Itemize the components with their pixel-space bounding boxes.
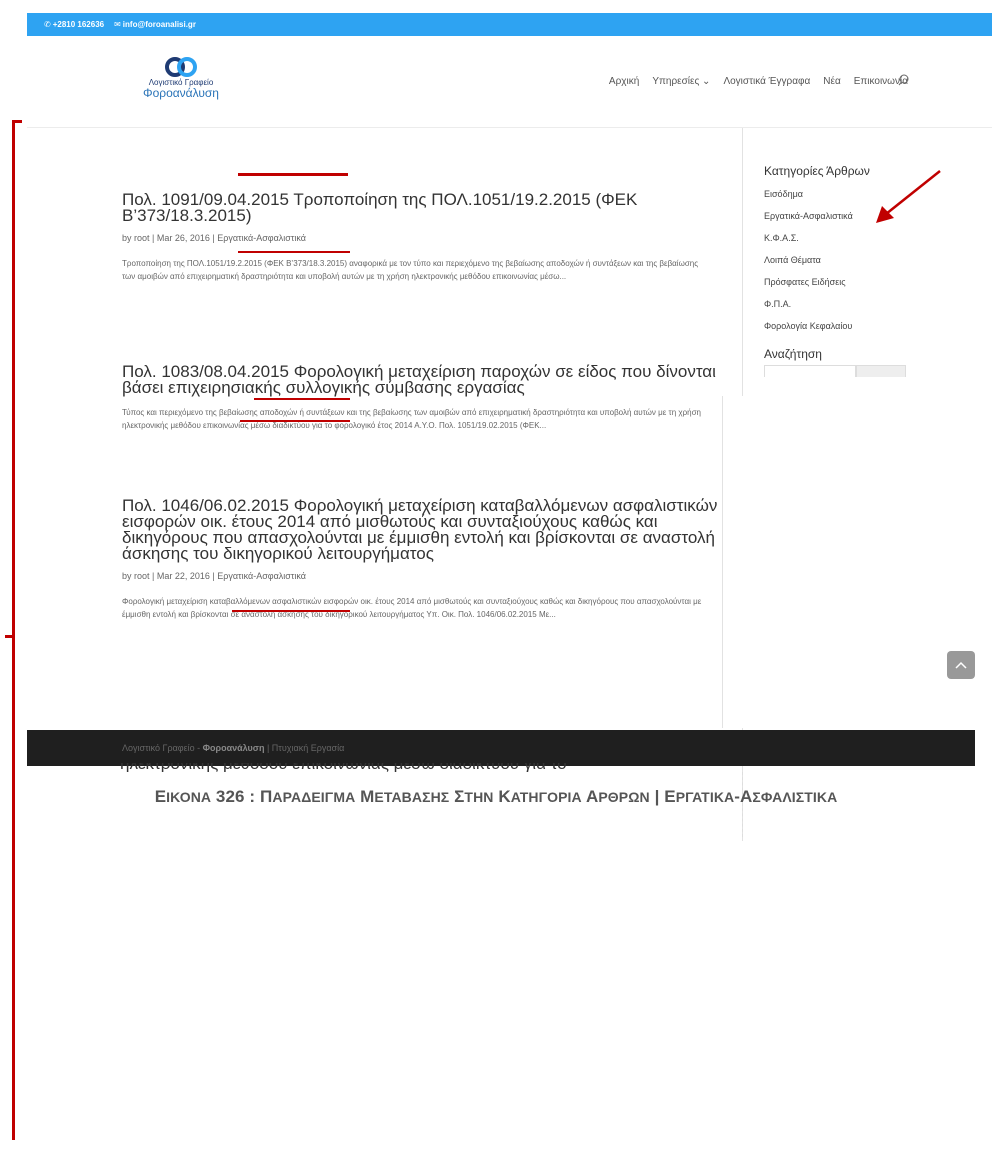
footer-brand: Φοροανάλυση: [202, 743, 265, 753]
sidebar-item-vat[interactable]: Φ.Π.Α.: [764, 293, 924, 315]
logo-text-line2: Φοροανάλυση: [143, 86, 219, 100]
sidebar-item-capital-tax[interactable]: Φορολογία Κεφαλαίου: [764, 315, 924, 337]
post-excerpt: Τύπος και περιεχόμενο της βεβαίωσης αποδ…: [122, 408, 701, 430]
annotation-arrow-icon: [876, 170, 941, 223]
post-item: Πολ. 1083/08.04.2015 Φορολογική μεταχείρ…: [122, 363, 722, 396]
post-title[interactable]: Πολ. 1046/06.02.2015 Φορολογική μεταχείρ…: [122, 497, 722, 562]
post-title[interactable]: Πολ. 1083/08.04.2015 Φορολογική μεταχείρ…: [122, 363, 722, 396]
phone-icon: ✆: [44, 20, 51, 29]
nav-item-documents[interactable]: Λογιστικά Έγγραφα: [723, 76, 810, 87]
sidebar-item-recent-news[interactable]: Πρόσφατες Ειδήσεις: [764, 271, 924, 293]
phone-contact[interactable]: ✆ +2810 162636: [44, 20, 104, 29]
sidebar-search: [764, 365, 924, 377]
figure-caption: ΕΙΚΟΝΑ 326 : ΠΑΡΑΔΕΙΓΜΑ ΜΕΤΑΒΑΣΗΣ ΣΤΗΝ Κ…: [154, 787, 838, 806]
top-bar: ✆ +2810 162636 ✉ info@foroanalisi.gr: [27, 13, 992, 36]
annotation-bracket-mid: [5, 635, 15, 638]
logo-icon: [165, 57, 197, 77]
site-header: Λογιστικό Γραφείο Φοροανάλυση Αρχική Υπη…: [27, 36, 992, 128]
annotation-underline: [240, 420, 350, 422]
post-category-link[interactable]: Εργατικά-Ασφαλιστικά: [217, 233, 306, 243]
email-contact[interactable]: ✉ info@foroanalisi.gr: [114, 20, 196, 29]
sidebar-search-input[interactable]: [764, 365, 856, 377]
sidebar-search-button[interactable]: [856, 365, 906, 377]
post-title[interactable]: Πολ. 1091/09.04.2015 Τροποποίηση της ΠΟΛ…: [122, 191, 722, 224]
post-meta: by root | Mar 22, 2016 | Εργατικά-Ασφαλι…: [122, 571, 307, 581]
main-area: Πολ. 1091/09.04.2015 Τροποποίηση της ΠΟΛ…: [27, 128, 992, 841]
post-excerpt: Φορολογική μεταχείριση καταβαλλόμενων ασ…: [122, 597, 702, 619]
site-logo[interactable]: Λογιστικό Γραφείο Φοροανάλυση: [131, 56, 231, 110]
annotation-underline: [238, 251, 350, 253]
nav-item-news[interactable]: Νέα: [823, 76, 840, 87]
scroll-to-top-button[interactable]: [947, 651, 975, 679]
post-item: Πολ. 1091/09.04.2015 Τροποποίηση της ΠΟΛ…: [122, 191, 722, 283]
site-footer: Λογιστικό Γραφείο - Φοροανάλυση | Πτυχια…: [27, 730, 975, 766]
chevron-down-icon: ⌄: [702, 76, 711, 87]
post-category-link[interactable]: Εργατικά-Ασφαλιστικά: [217, 571, 306, 581]
annotation-underline: [232, 610, 350, 612]
post-excerpt: Τροποποίηση της ΠΟΛ.1051/19.2.2015 (ΦΕΚ …: [122, 259, 699, 281]
annotation-underline: [254, 398, 350, 400]
chevron-up-icon: [955, 661, 967, 669]
search-heading: Αναζήτηση: [764, 347, 822, 361]
post-meta: by root | Mar 26, 2016 | Εργατικά-Ασφαλι…: [122, 233, 307, 243]
overflow-text-fragment: ηλεκτρονικής μεθόδου επικοινωνίας μέσω δ…: [120, 763, 680, 772]
nav-item-home[interactable]: Αρχική: [609, 76, 639, 87]
mail-icon: ✉: [114, 20, 121, 29]
post-item: Πολ. 1046/06.02.2015 Φορολογική μεταχείρ…: [122, 497, 722, 621]
search-icon[interactable]: [898, 73, 910, 87]
annotation-bracket-top: [12, 120, 22, 123]
main-nav: Αρχική Υπηρεσίες ⌄ Λογιστικά Έγγραφα Νέα…: [609, 76, 908, 87]
nav-item-services[interactable]: Υπηρεσίες ⌄: [652, 76, 710, 87]
sidebar-item-other[interactable]: Λοιπά Θέματα: [764, 249, 924, 271]
annotation-underline: [238, 173, 348, 176]
annotation-bracket-vertical: [12, 120, 15, 1140]
sidebar-item-kfas[interactable]: Κ.Φ.Α.Σ.: [764, 227, 924, 249]
